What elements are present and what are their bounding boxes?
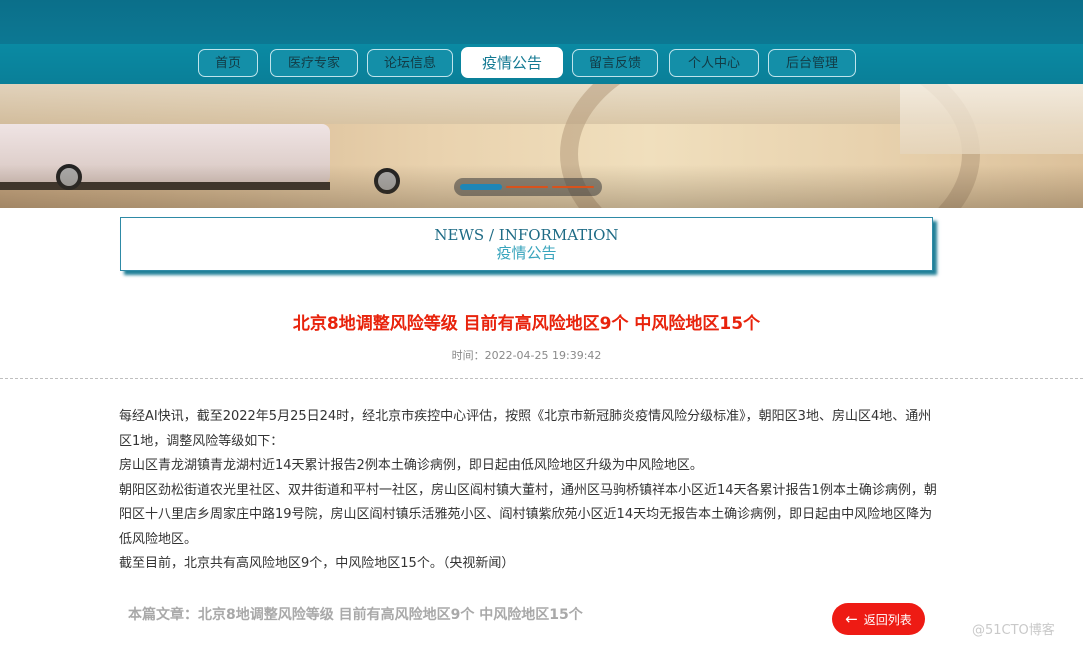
nav-feedback[interactable]: 留言反馈 bbox=[572, 49, 658, 77]
article-paragraph: 截至目前，北京共有高风险地区9个，中风险地区15个。（央视新闻） bbox=[119, 556, 515, 571]
nav-medical-experts[interactable]: 医疗专家 bbox=[270, 49, 358, 77]
current-article-label: 本篇文章：北京8地调整风险等级 目前有高风险地区9个 中风险地区15个 bbox=[128, 607, 583, 623]
article-time: 时间：2022-04-25 19:39:42 bbox=[451, 349, 602, 362]
arrow-left-icon: ← bbox=[845, 610, 858, 628]
article-title: 北京8地调整风险等级 目前有高风险地区9个 中风险地区15个 bbox=[292, 314, 761, 334]
carousel-dot-2[interactable] bbox=[506, 186, 548, 188]
header-bar bbox=[0, 0, 1083, 44]
main-nav: 首页 医疗专家 论坛信息 疫情公告 留言反馈 个人中心 后台管理 bbox=[0, 44, 1083, 84]
watermark: @51CTO博客 bbox=[972, 623, 1055, 638]
section-title-cn: 疫情公告 bbox=[496, 244, 557, 262]
back-to-list-label: 返回列表 bbox=[863, 613, 912, 627]
article-paragraph: 房山区青龙湖镇青龙湖村近14天累计报告2例本土确诊病例，即日起由低风险地区升级为… bbox=[119, 458, 703, 473]
carousel-indicators bbox=[454, 178, 602, 196]
nav-home[interactable]: 首页 bbox=[198, 49, 258, 77]
section-title-en: NEWS / INFORMATION bbox=[434, 226, 619, 244]
nav-admin[interactable]: 后台管理 bbox=[768, 49, 856, 77]
nav-user-center[interactable]: 个人中心 bbox=[669, 49, 759, 77]
article-paragraph: 每经AI快讯，截至2022年5月25日24时，经北京市疾控中心评估，按照《北京市… bbox=[119, 409, 932, 449]
nav-epidemic-notice[interactable]: 疫情公告 bbox=[461, 47, 563, 78]
carousel-dot-1[interactable] bbox=[460, 184, 502, 190]
article-paragraph: 朝阳区劲松街道农光里社区、双井街道和平村一社区，房山区阎村镇大董村，通州区马驹桥… bbox=[119, 482, 937, 547]
back-to-list-button[interactable]: ← 返回列表 bbox=[832, 603, 925, 635]
nav-forum[interactable]: 论坛信息 bbox=[367, 49, 453, 77]
dashed-divider bbox=[0, 378, 1083, 379]
article-content: 每经AI快讯，截至2022年5月25日24时，经北京市疾控中心评估，按照《北京市… bbox=[119, 405, 939, 577]
section-heading-box: NEWS / INFORMATION 疫情公告 bbox=[120, 217, 933, 271]
carousel-dot-3[interactable] bbox=[552, 186, 594, 188]
